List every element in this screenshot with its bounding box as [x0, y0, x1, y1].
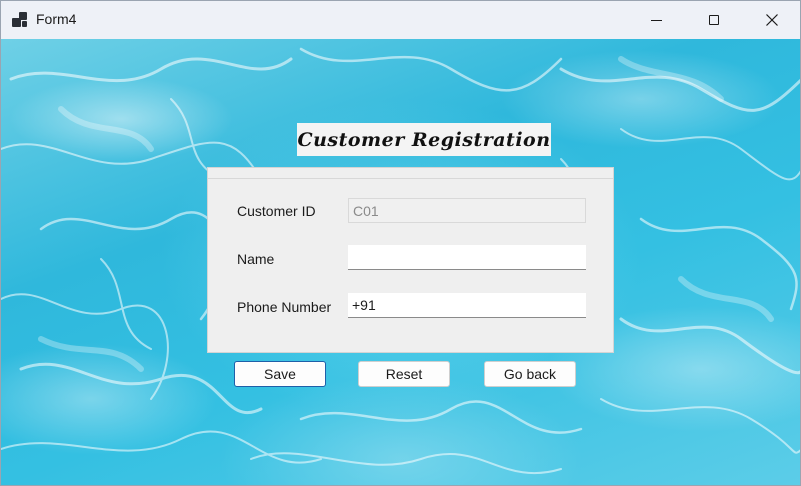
close-button[interactable]: [743, 1, 800, 39]
app-window: Form4 Customer Registration Customer ID …: [0, 0, 801, 486]
maximize-icon: [709, 15, 719, 25]
save-button[interactable]: Save: [234, 361, 326, 387]
minimize-icon: [650, 19, 662, 21]
minimize-button[interactable]: [627, 1, 685, 39]
app-window-icon: [12, 12, 28, 28]
reset-button[interactable]: Reset: [358, 361, 450, 387]
window-title: Form4: [36, 11, 77, 27]
go-back-button[interactable]: Go back: [484, 361, 576, 387]
name-field[interactable]: [348, 245, 586, 270]
maximize-button[interactable]: [685, 1, 743, 39]
registration-panel: Customer ID Name Phone Number: [207, 167, 614, 353]
title-bar[interactable]: Form4: [1, 1, 800, 39]
phone-number-label: Phone Number: [237, 299, 332, 315]
name-label: Name: [237, 251, 275, 267]
panel-divider: [208, 178, 613, 179]
phone-number-field[interactable]: [348, 293, 586, 318]
customer-id-field: [348, 198, 586, 223]
customer-id-label: Customer ID: [237, 203, 316, 219]
form-heading: Customer Registration: [297, 123, 551, 156]
close-icon: [766, 14, 778, 26]
form-client-area: Customer Registration Customer ID Name P…: [1, 39, 800, 485]
